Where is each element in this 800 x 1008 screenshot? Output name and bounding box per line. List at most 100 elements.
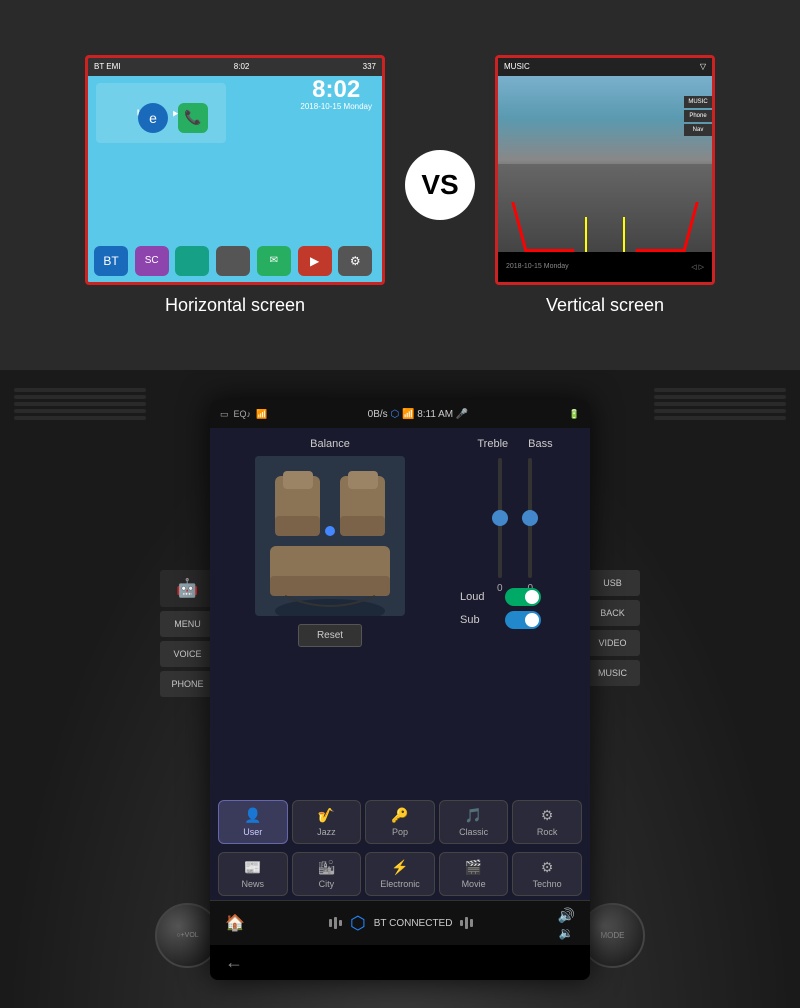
main-screen-unit: ▭ EQ♪ 📶 0B/s ⬡ 📶 8:11 AM 🎤 🔋 <box>210 400 590 980</box>
preset-electronic[interactable]: ⚡ Electronic <box>365 852 435 896</box>
vent-slat <box>14 402 146 406</box>
loud-knob <box>525 590 539 604</box>
knob-left-label: ○+VOL <box>176 932 198 939</box>
vent-slat <box>14 409 146 413</box>
vertical-screen-label: Vertical screen <box>546 295 664 316</box>
bar4 <box>460 920 463 926</box>
treble-slider-container: 0 <box>497 458 503 594</box>
app-red1: ▶ <box>298 246 332 276</box>
sub-knob <box>525 613 539 627</box>
treble-thumb <box>492 510 508 526</box>
presets-row-1: 👤 User 🎷 Jazz 🔑 Pop 🎵 Classic ⚙ Ro <box>210 796 590 848</box>
sub-toggle[interactable] <box>505 611 541 629</box>
side-buttons-left: 🤖 MENU VOICE PHONE <box>160 570 215 697</box>
ie-icon: e <box>138 103 168 133</box>
preset-pop[interactable]: 🔑 Pop <box>365 800 435 844</box>
guide-center <box>585 217 625 252</box>
preset-news[interactable]: 📰 News <box>218 852 288 896</box>
car-seat-svg <box>255 456 405 616</box>
home-button[interactable]: 🏠 <box>225 913 245 933</box>
preset-movie[interactable]: 🎬 Movie <box>439 852 509 896</box>
bt-icon-status: ⬡ <box>390 409 399 420</box>
vol-down-button[interactable]: 🔉 <box>559 926 574 940</box>
rock-icon: ⚙ <box>541 807 554 824</box>
preset-electronic-label: Electronic <box>380 879 420 889</box>
loud-sub-section: Loud Sub <box>450 588 580 637</box>
movie-icon: 🎬 <box>465 859 482 876</box>
vent-slats-right <box>650 380 790 428</box>
app-bluetooth: BT <box>94 246 128 276</box>
back-button[interactable]: BACK <box>585 600 640 626</box>
video-button[interactable]: VIDEO <box>585 630 640 656</box>
preset-user[interactable]: 👤 User <box>218 800 288 844</box>
h-status-left: BT EMI <box>94 62 121 71</box>
bass-slider[interactable] <box>528 458 532 578</box>
sub-row: Sub <box>460 611 570 629</box>
status-left: ▭ EQ♪ 📶 <box>220 409 267 420</box>
vol-up-button[interactable]: 🔊 <box>558 907 575 924</box>
car-interior-section: 🤖 MENU VOICE PHONE USB BACK VIDEO MUSIC … <box>0 370 800 1008</box>
treble-label: Treble <box>477 438 508 450</box>
preset-jazz[interactable]: 🎷 Jazz <box>292 800 362 844</box>
horizontal-screen-label: Horizontal screen <box>165 295 305 316</box>
treble-slider[interactable] <box>498 458 502 578</box>
preset-classic-label: Classic <box>459 827 488 837</box>
v-nav-arrows: ◁ ▷ <box>691 263 704 271</box>
car-seat-view <box>255 456 405 616</box>
vertical-screen-card: MUSIC ▽ MUSIC <box>495 55 715 316</box>
preset-jazz-label: Jazz <box>317 827 336 837</box>
phone-button[interactable]: PHONE <box>160 671 215 697</box>
tb-labels: Treble Bass <box>450 438 580 450</box>
status-right: 🔋 <box>569 409 580 420</box>
screen-content: ▭ EQ♪ 📶 0B/s ⬡ 📶 8:11 AM 🎤 🔋 <box>210 400 590 980</box>
loud-label: Loud <box>460 591 495 603</box>
preset-user-label: User <box>243 827 262 837</box>
preset-techno-label: Techno <box>533 879 562 889</box>
v-btn-nav: Nav <box>684 124 712 136</box>
bt-connected-area: ⬡ BT CONNECTED <box>329 913 473 934</box>
vent-slat <box>654 402 786 406</box>
treble-bass-section: Treble Bass 0 <box>450 438 580 786</box>
android-button[interactable]: 🤖 <box>160 570 215 607</box>
bar5 <box>465 917 468 929</box>
v-screen-inner: MUSIC ▽ MUSIC <box>498 58 712 282</box>
v-side-buttons: MUSIC Phone Nav <box>684 96 712 136</box>
preset-city[interactable]: 🏙 City <box>292 852 362 896</box>
preset-rock[interactable]: ⚙ Rock <box>512 800 582 844</box>
bass-slider-container: 0 <box>528 458 534 594</box>
music-button[interactable]: MUSIC <box>585 660 640 686</box>
v-date: 2018-10-15 Monday <box>506 263 569 270</box>
sound-bars-left <box>329 917 342 929</box>
preset-techno[interactable]: ⚙ Techno <box>512 852 582 896</box>
v-bottom-bar: 2018-10-15 Monday ◁ ▷ <box>498 252 712 282</box>
guide-left <box>511 202 574 252</box>
signal-icon: 📶 <box>402 409 414 420</box>
loud-toggle[interactable] <box>505 588 541 606</box>
vent-slat <box>654 409 786 413</box>
guide-right <box>635 202 698 252</box>
bar6 <box>470 919 473 927</box>
preset-city-label: City <box>319 879 335 889</box>
presets-row-2: 📰 News 🏙 City ⚡ Electronic 🎬 Movie ⚙ <box>210 848 590 900</box>
back-button-bottom[interactable]: ← <box>225 952 243 973</box>
reset-button[interactable]: Reset <box>298 624 362 647</box>
h-time-date: 2018-10-15 Monday <box>300 102 372 111</box>
mic-icon: 🎤 <box>456 409 468 420</box>
user-icon: 👤 <box>244 807 261 824</box>
bluetooth-icon: ⬡ <box>350 913 366 934</box>
screen-icon: ▭ <box>220 409 229 420</box>
preset-rock-label: Rock <box>537 827 558 837</box>
vertical-screen-image: MUSIC ▽ MUSIC <box>495 55 715 285</box>
menu-button[interactable]: MENU <box>160 611 215 637</box>
v-status-right: ▽ <box>700 62 706 71</box>
bass-thumb <box>522 510 538 526</box>
preset-movie-label: Movie <box>462 879 486 889</box>
preset-classic[interactable]: 🎵 Classic <box>439 800 509 844</box>
v-camera-view: MUSIC Phone Nav <box>498 76 712 252</box>
pop-icon: 🔑 <box>391 807 408 824</box>
comparison-section: BT EMI 8:02 337 8:02 2018-10-15 Monday ⏮… <box>0 0 800 370</box>
data-rate: 0B/s <box>368 409 388 420</box>
phone-icon: 📞 <box>178 103 208 133</box>
usb-button[interactable]: USB <box>585 570 640 596</box>
voice-button[interactable]: VOICE <box>160 641 215 667</box>
